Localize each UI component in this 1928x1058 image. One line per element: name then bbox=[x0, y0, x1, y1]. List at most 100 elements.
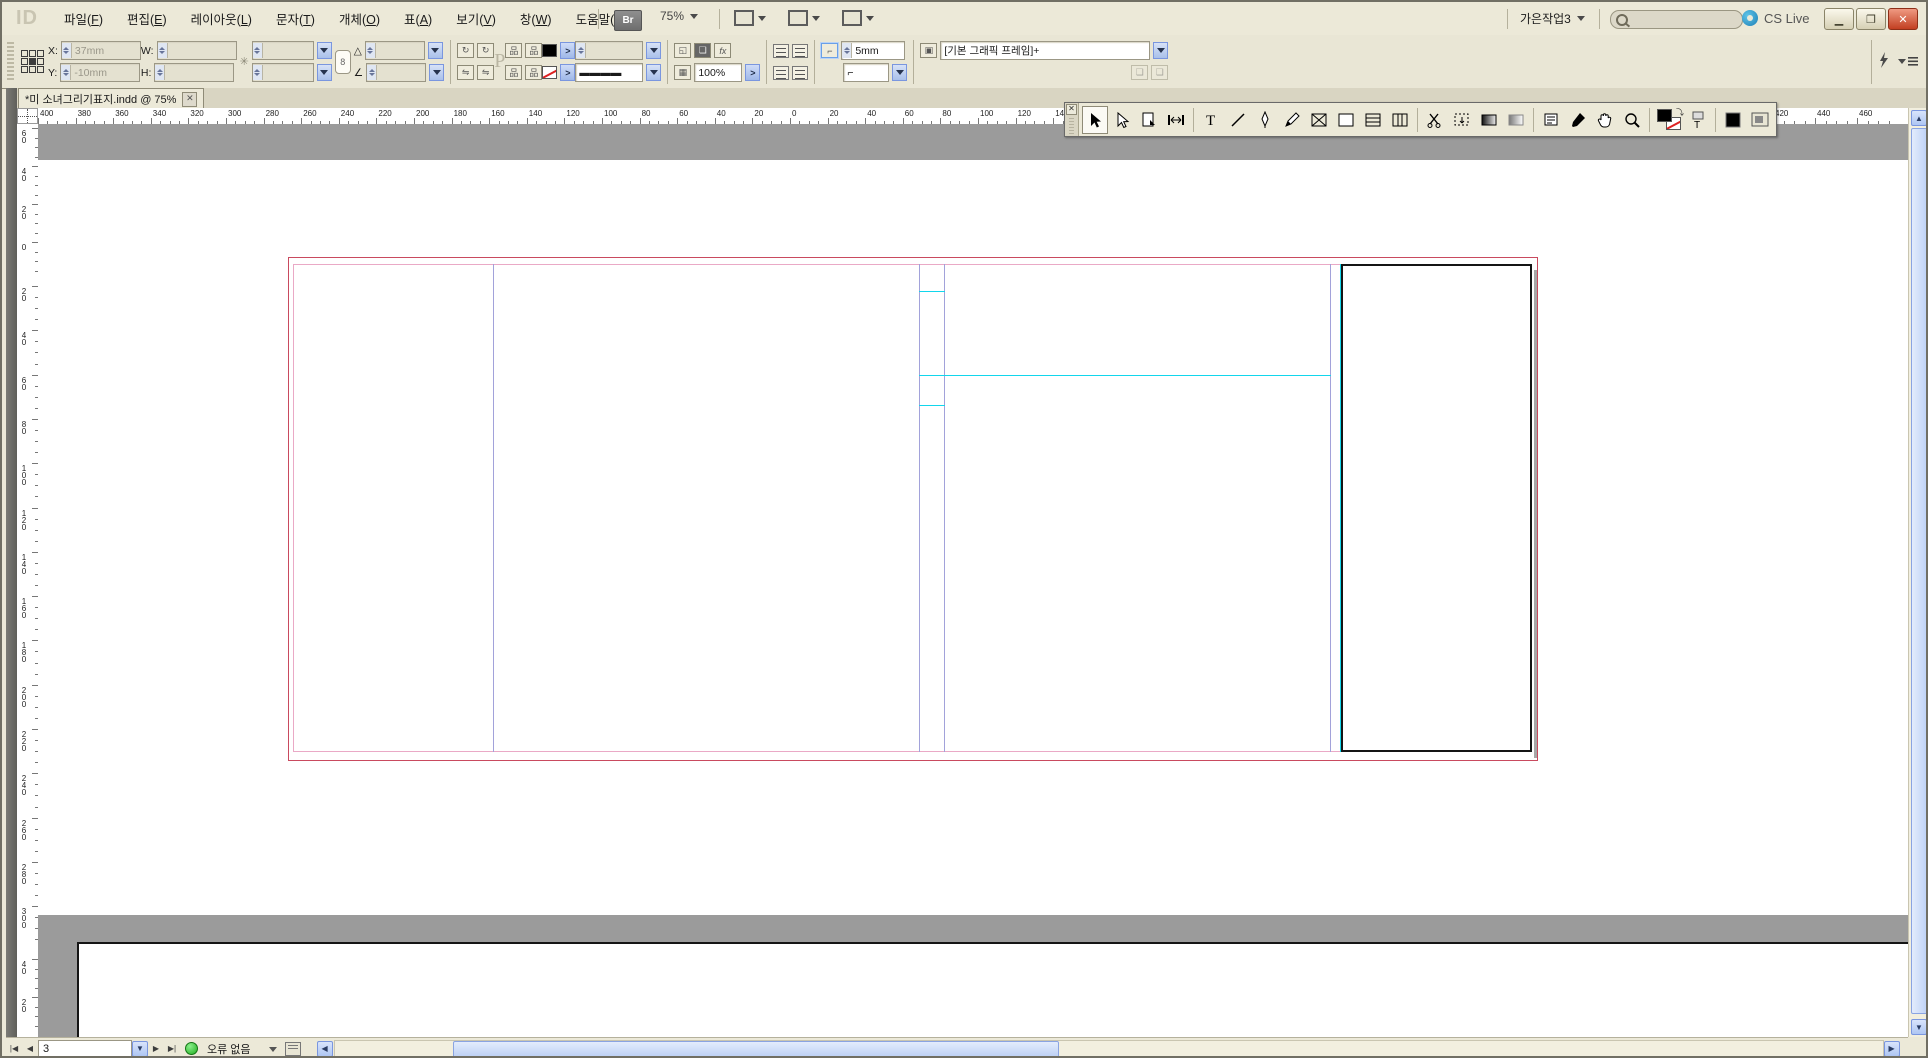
menu-item-6[interactable]: 보기(V) bbox=[446, 5, 506, 32]
proxy-point[interactable] bbox=[37, 58, 44, 65]
corner-shape-dropdown[interactable] bbox=[892, 64, 907, 81]
last-page-button[interactable]: ▶| bbox=[164, 1041, 180, 1057]
scale-y-dropdown[interactable] bbox=[317, 64, 332, 81]
gradient-feather-tool[interactable] bbox=[1503, 106, 1529, 134]
constrain-scale-icon[interactable]: 8 bbox=[335, 50, 351, 74]
screen-mode-menu-button[interactable] bbox=[784, 8, 824, 28]
next-page-button[interactable]: ▶ bbox=[148, 1041, 164, 1057]
proxy-point[interactable] bbox=[37, 50, 44, 57]
page-number-combo[interactable]: 3▼ bbox=[38, 1040, 148, 1058]
gap-tool[interactable] bbox=[1163, 106, 1189, 134]
selection-tool[interactable] bbox=[1082, 106, 1108, 134]
note-tool[interactable] bbox=[1538, 106, 1564, 134]
no-text-wrap-button[interactable] bbox=[773, 44, 789, 58]
free-transform-tool[interactable] bbox=[1449, 106, 1475, 134]
reference-point-proxy[interactable] bbox=[21, 50, 44, 73]
tab-close-icon[interactable]: ✕ bbox=[182, 92, 197, 107]
stroke-weight-dropdown[interactable] bbox=[646, 42, 661, 59]
object-style-field[interactable]: [기본 그래픽 프레임]+ bbox=[940, 41, 1150, 60]
first-page-button[interactable]: |◀ bbox=[6, 1041, 22, 1057]
scroll-right-button[interactable]: ▶ bbox=[1884, 1041, 1900, 1057]
page-number-dropdown[interactable]: ▼ bbox=[132, 1041, 148, 1057]
tools-panel-handle[interactable]: ✕ bbox=[1065, 103, 1079, 136]
preflight-panel-icon[interactable] bbox=[285, 1042, 301, 1056]
cs-live-button[interactable]: CS Live bbox=[1742, 10, 1810, 26]
close-button[interactable]: ✕ bbox=[1888, 8, 1918, 30]
gradient-swatch-tool[interactable] bbox=[1476, 106, 1502, 134]
stepper-down-icon[interactable] bbox=[844, 51, 850, 54]
document-tab[interactable]: *미 소녀그리기표지.indd @ 75% ✕ bbox=[18, 88, 204, 109]
clear-overrides-button[interactable]: ❏ bbox=[1131, 65, 1148, 80]
proxy-point[interactable] bbox=[29, 66, 36, 73]
menu-item-5[interactable]: 표(A) bbox=[394, 5, 442, 32]
horizontal-scrollbar[interactable] bbox=[334, 1040, 1884, 1057]
effects-menu-button[interactable]: fx bbox=[714, 43, 731, 58]
horizontal-grid-tool[interactable] bbox=[1360, 106, 1386, 134]
drop-shadow-button[interactable]: ❏ bbox=[694, 43, 711, 58]
drag-grip[interactable] bbox=[1069, 118, 1074, 136]
wrap-around-object-button[interactable] bbox=[773, 66, 789, 80]
fill-proxy[interactable] bbox=[1657, 109, 1672, 122]
zoom-level-dropdown[interactable]: 75% bbox=[660, 9, 698, 23]
break-link-to-style-button[interactable]: ❏ bbox=[1151, 65, 1168, 80]
select-container-button[interactable]: 品 bbox=[505, 43, 522, 58]
proxy-point[interactable] bbox=[21, 66, 28, 73]
rectangle-frame-tool[interactable] bbox=[1306, 106, 1332, 134]
minimize-button[interactable]: ▁ bbox=[1824, 8, 1854, 30]
eyedropper-tool[interactable] bbox=[1565, 106, 1591, 134]
panel-grip[interactable] bbox=[7, 42, 14, 82]
preflight-menu-arrow[interactable] bbox=[269, 1043, 277, 1055]
proxy-point[interactable] bbox=[29, 58, 36, 65]
select-content-button[interactable]: 品 bbox=[525, 43, 542, 58]
rotate-90-cw-button[interactable]: ↻ bbox=[457, 43, 474, 58]
screen-mode-button[interactable] bbox=[1747, 106, 1773, 134]
apply-color-button[interactable] bbox=[1720, 106, 1746, 134]
panel-menu-button[interactable] bbox=[1898, 57, 1918, 66]
constrain-proportions-icon[interactable]: ✳ bbox=[240, 55, 249, 68]
menu-item-2[interactable]: 레이아웃(L) bbox=[181, 5, 262, 32]
shear-angle-dropdown[interactable] bbox=[429, 64, 444, 81]
stroke-options-button[interactable]: > bbox=[560, 64, 575, 81]
stepper-up-icon[interactable] bbox=[844, 47, 850, 50]
opacity-options-button[interactable]: > bbox=[745, 64, 760, 81]
corner-shape-field[interactable]: ⌐ bbox=[843, 63, 889, 82]
swap-fill-stroke-icon[interactable]: ⤵ bbox=[1676, 107, 1684, 118]
vertical-scroll-thumb[interactable] bbox=[1911, 128, 1928, 1014]
stroke-style-field[interactable]: ▬▬▬▬ bbox=[575, 63, 643, 82]
opacity-field[interactable]: 100% bbox=[694, 63, 742, 82]
vertical-scrollbar[interactable]: ▲ ▼ bbox=[1908, 108, 1928, 1037]
menu-item-1[interactable]: 편집(E) bbox=[117, 5, 177, 32]
rectangle-tool[interactable] bbox=[1333, 106, 1359, 134]
document-canvas[interactable] bbox=[38, 124, 1908, 1037]
proxy-point[interactable] bbox=[21, 58, 28, 65]
proxy-point[interactable] bbox=[21, 50, 28, 57]
menu-item-3[interactable]: 문자(T) bbox=[266, 5, 325, 32]
view-options-button[interactable] bbox=[730, 8, 770, 28]
flip-horizontal-button[interactable]: ⇋ bbox=[457, 65, 474, 80]
type-tool[interactable]: T bbox=[1198, 106, 1224, 134]
bridge-button[interactable]: Br bbox=[614, 10, 642, 31]
stroke-style-dropdown[interactable] bbox=[646, 64, 661, 81]
corner-radius-stepper[interactable] bbox=[842, 43, 852, 58]
select-next-object-button[interactable]: 品 bbox=[525, 65, 542, 80]
select-previous-object-button[interactable]: 品 bbox=[505, 65, 522, 80]
quick-apply-button[interactable] bbox=[1878, 52, 1890, 71]
fill-stroke-proxy[interactable]: ⤵ bbox=[1654, 107, 1684, 133]
rotate-90-ccw-button[interactable]: ↻ bbox=[477, 43, 494, 58]
fill-swatch[interactable] bbox=[542, 44, 557, 57]
previous-page-button[interactable]: ◀ bbox=[22, 1041, 38, 1057]
formatting-affects-container-button[interactable]: T bbox=[1685, 106, 1711, 134]
stroke-swatch[interactable] bbox=[542, 66, 557, 79]
rotation-angle-dropdown[interactable] bbox=[428, 42, 443, 59]
page-number-field[interactable]: 3 bbox=[38, 1040, 132, 1058]
arrange-documents-button[interactable] bbox=[838, 8, 878, 28]
menu-item-4[interactable]: 개체(O) bbox=[329, 5, 390, 32]
pen-tool[interactable] bbox=[1252, 106, 1278, 134]
ruler-origin-corner[interactable] bbox=[17, 108, 38, 124]
zoom-tool[interactable] bbox=[1619, 106, 1645, 134]
menu-item-0[interactable]: 파일(F) bbox=[54, 5, 113, 32]
vertical-ruler[interactable]: 6040200204060801001201401601802002202402… bbox=[17, 124, 39, 1037]
close-icon[interactable]: ✕ bbox=[1066, 104, 1077, 115]
restore-button[interactable]: ❐ bbox=[1856, 8, 1886, 30]
page-tool[interactable] bbox=[1136, 106, 1162, 134]
